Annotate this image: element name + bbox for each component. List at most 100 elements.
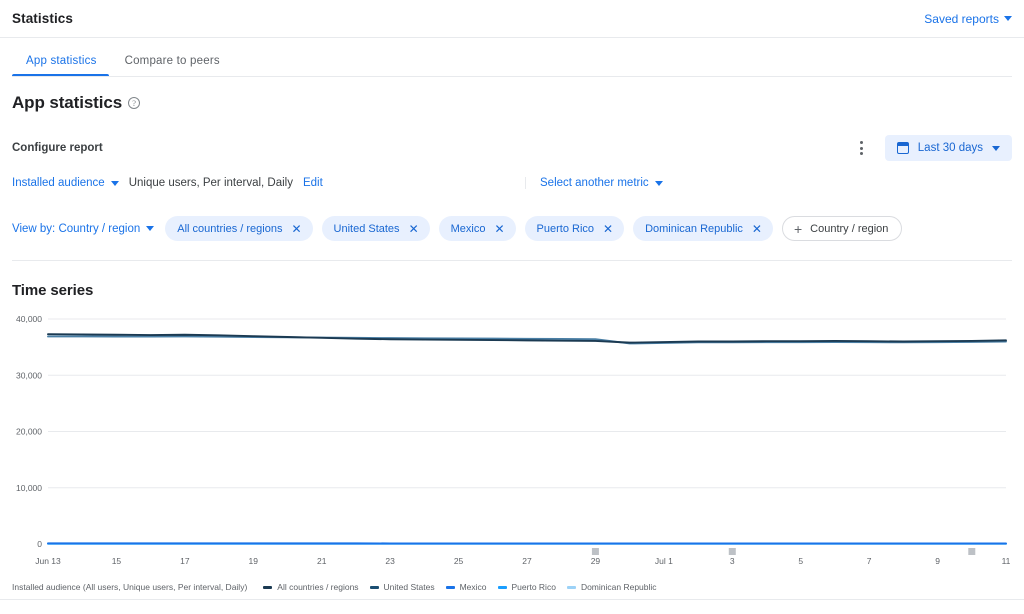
add-chip-label: Country / region	[810, 222, 889, 235]
saved-reports-menu[interactable]: Saved reports	[924, 12, 1012, 26]
view-by-label: View by: Country / region	[12, 222, 141, 235]
x-axis-tick-label: 5	[798, 556, 803, 566]
section-heading: App statistics ?	[0, 77, 1024, 113]
x-axis-tick-label: 27	[522, 556, 532, 566]
view-by-selector[interactable]: View by: Country / region	[12, 222, 155, 235]
chevron-down-icon	[146, 226, 155, 231]
chevron-down-icon	[992, 145, 1000, 151]
y-axis-tick-label: 10,000	[16, 483, 42, 493]
time-series-chart[interactable]: 0 10,000 20,000 30,000 40,000 Jun 13 15 17 19 21 2…	[12, 311, 1012, 576]
chip-dominican-republic[interactable]: Dominican Republic ✕	[633, 216, 773, 241]
chevron-down-icon	[1004, 16, 1012, 21]
installed-audience-selector[interactable]: Installed audience	[12, 177, 119, 189]
chip-mexico[interactable]: Mexico ✕	[438, 216, 516, 241]
legend-item-puerto-rico[interactable]: Puerto Rico	[497, 582, 556, 592]
saved-reports-label: Saved reports	[924, 11, 999, 26]
legend-swatch-icon	[445, 585, 455, 589]
chart-annotation-marker	[968, 548, 976, 555]
chip-label: Puerto Rico	[536, 222, 595, 235]
close-icon[interactable]: ✕	[291, 223, 301, 235]
chevron-down-icon	[654, 180, 663, 186]
add-country-region-button[interactable]: + Country / region	[781, 216, 903, 241]
chip-united-states[interactable]: United States ✕	[321, 216, 430, 241]
select-another-metric-label: Select another metric	[540, 177, 649, 189]
help-circle-icon[interactable]: ?	[128, 97, 141, 109]
x-axis-tick-label: 21	[317, 556, 327, 566]
configure-report-label: Configure report	[12, 142, 103, 154]
chevron-down-icon	[110, 180, 119, 186]
x-axis-tick-label: 23	[385, 556, 395, 566]
chip-label: All countries / regions	[177, 222, 283, 235]
x-axis-tick-label: 9	[935, 556, 940, 566]
app-statistics-heading: App statistics	[12, 93, 123, 112]
x-axis-tick-label: Jun 13	[35, 556, 61, 566]
close-icon[interactable]: ✕	[603, 223, 613, 235]
metric-left-group: Installed audience Unique users, Per int…	[12, 177, 525, 189]
chart-annotation-marker	[591, 548, 599, 555]
x-axis-tick-label: 3	[730, 556, 735, 566]
legend-swatch-icon	[263, 585, 273, 589]
chip-label: United States	[333, 222, 400, 235]
metric-description: Unique users, Per interval, Daily	[128, 177, 293, 189]
chip-puerto-rico[interactable]: Puerto Rico ✕	[524, 216, 625, 241]
chart-annotation-marker	[728, 548, 736, 555]
x-axis-tick-label: 15	[112, 556, 122, 566]
legend-swatch-icon	[566, 585, 576, 589]
chart-legend: Installed audience (All users, Unique us…	[0, 576, 1024, 592]
select-another-metric-selector[interactable]: Select another metric	[540, 177, 663, 189]
x-axis-tick-label: 11	[1002, 556, 1011, 566]
legend-title: Installed audience (All users, Unique us…	[12, 582, 248, 592]
chart-canvas: 0 10,000 20,000 30,000 40,000 Jun 13 15 17 19 21 2…	[16, 314, 1011, 566]
kebab-dot	[860, 152, 864, 155]
legend-item-dominican-republic[interactable]: Dominican Republic	[566, 582, 657, 592]
metric-divider	[525, 177, 526, 189]
plus-icon: +	[793, 220, 803, 237]
more-vert-icon[interactable]	[853, 138, 871, 158]
tab-app-statistics[interactable]: App statistics	[12, 55, 111, 77]
y-axis-tick-label: 20,000	[16, 427, 42, 437]
y-axis-tick-label: 40,000	[16, 314, 42, 324]
top-bar: Statistics Saved reports	[0, 0, 1024, 37]
page-title: Statistics	[12, 11, 74, 26]
y-axis-tick-label: 30,000	[16, 370, 42, 380]
x-axis-tick-label: 17	[180, 556, 190, 566]
legend-label: All countries / regions	[277, 582, 359, 592]
calendar-icon	[896, 142, 909, 154]
tab-bar-divider	[12, 76, 1012, 77]
legend-swatch-icon	[497, 585, 507, 589]
legend-label: United States	[383, 582, 435, 592]
date-range-button[interactable]: Last 30 days	[884, 135, 1012, 161]
date-range-label: Last 30 days	[917, 142, 983, 154]
close-icon[interactable]: ✕	[409, 223, 419, 235]
legend-swatch-icon	[369, 585, 379, 589]
x-axis-tick-label: 7	[867, 556, 872, 566]
metric-row: Installed audience Unique users, Per int…	[0, 161, 1024, 189]
chip-label: Mexico	[450, 222, 486, 235]
x-axis-tick-label: Jul 1	[655, 556, 673, 566]
x-axis-tick-label: 25	[454, 556, 464, 566]
tab-compare-to-peers[interactable]: Compare to peers	[111, 55, 234, 77]
legend-label: Dominican Republic	[580, 582, 657, 592]
dimension-chips-row: View by: Country / region All countries …	[0, 189, 1024, 241]
legend-divider	[0, 599, 1024, 600]
configure-report-actions: Last 30 days	[853, 135, 1012, 161]
legend-item-all-countries-regions[interactable]: All countries / regions	[263, 582, 359, 592]
metric-right-group: Select another metric	[540, 177, 663, 189]
legend-item-mexico[interactable]: Mexico	[445, 582, 487, 592]
close-icon[interactable]: ✕	[494, 223, 504, 235]
chip-all-countries-regions[interactable]: All countries / regions ✕	[165, 216, 313, 241]
kebab-dot	[860, 146, 864, 150]
installed-audience-label: Installed audience	[12, 177, 105, 189]
x-axis-tick-label: 29	[591, 556, 601, 566]
kebab-dot	[860, 141, 864, 144]
legend-label: Mexico	[459, 582, 487, 592]
legend-item-united-states[interactable]: United States	[369, 582, 435, 592]
legend-label: Puerto Rico	[511, 582, 556, 592]
configure-report-row: Configure report Last 30 days	[0, 113, 1024, 161]
close-icon[interactable]: ✕	[752, 223, 762, 235]
y-axis-tick-label: 0	[37, 539, 42, 549]
x-axis-tick-label: 19	[249, 556, 259, 566]
chart-title: Time series	[12, 282, 94, 299]
edit-metric-link[interactable]: Edit	[303, 177, 323, 189]
chip-label: Dominican Republic	[645, 222, 743, 235]
